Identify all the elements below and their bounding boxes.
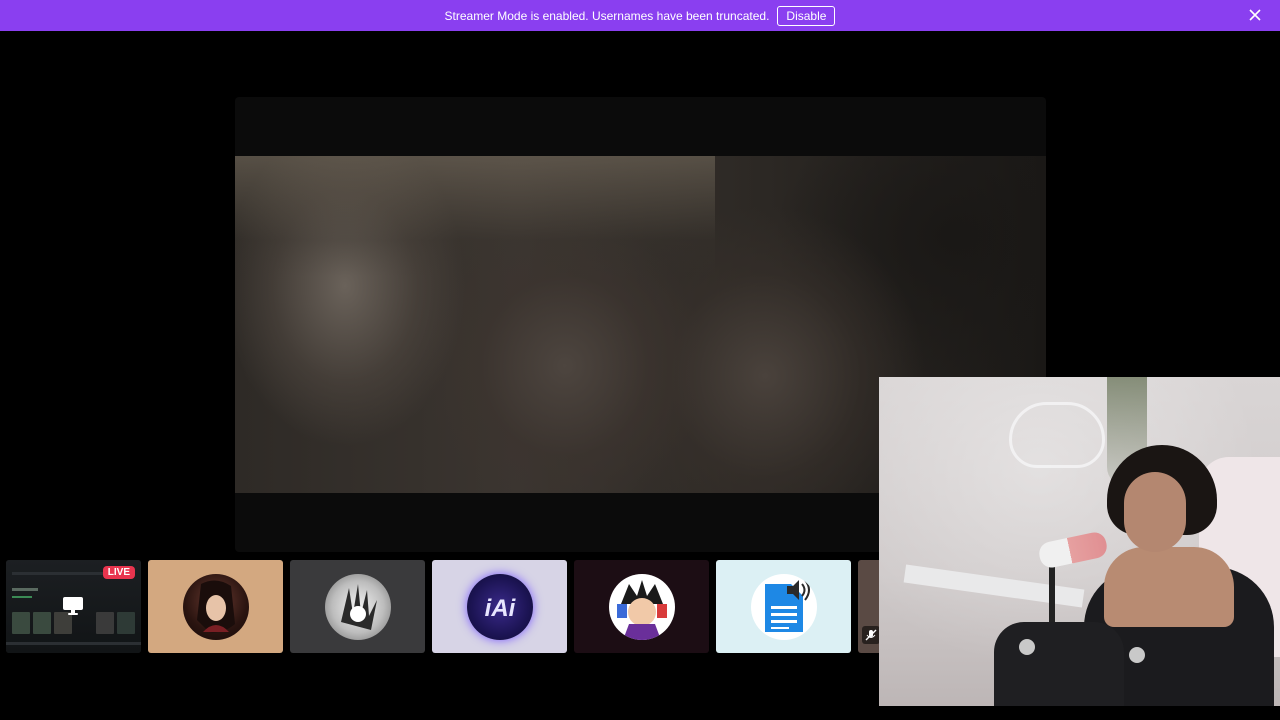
participant-tile[interactable] <box>148 560 283 653</box>
video-content <box>235 156 715 276</box>
streamer-pants <box>994 622 1124 706</box>
svg-text:iAi: iAi <box>484 595 516 622</box>
participant-tile[interactable] <box>716 560 851 653</box>
avatar <box>182 573 249 640</box>
disable-button[interactable]: Disable <box>777 5 836 26</box>
mic-muted-icon <box>862 626 880 644</box>
neon-sign <box>1009 402 1105 468</box>
streamer-face <box>1124 472 1186 552</box>
avatar <box>324 573 391 640</box>
avatar <box>608 573 675 640</box>
close-icon[interactable] <box>1246 6 1264 24</box>
live-badge: LIVE <box>102 566 135 579</box>
mic-stand <box>1049 562 1055 622</box>
streamer-mode-banner: Streamer Mode is enabled. Usernames have… <box>0 0 1280 31</box>
pants-print <box>1129 647 1145 663</box>
monitor-icon <box>62 596 84 616</box>
pants-print <box>1019 639 1035 655</box>
streamer-chest <box>1104 547 1234 627</box>
participant-strip: LIVE iAi <box>6 560 882 653</box>
participant-tile[interactable]: iAi <box>432 560 567 653</box>
participant-tile[interactable] <box>290 560 425 653</box>
avatar: iAi <box>466 573 533 640</box>
document-speaker-icon <box>750 573 817 640</box>
participant-tile-screenshare[interactable]: LIVE <box>6 560 141 653</box>
webcam-overlay[interactable] <box>879 377 1280 706</box>
participant-tile[interactable] <box>574 560 709 653</box>
banner-message: Streamer Mode is enabled. Usernames have… <box>444 8 770 23</box>
